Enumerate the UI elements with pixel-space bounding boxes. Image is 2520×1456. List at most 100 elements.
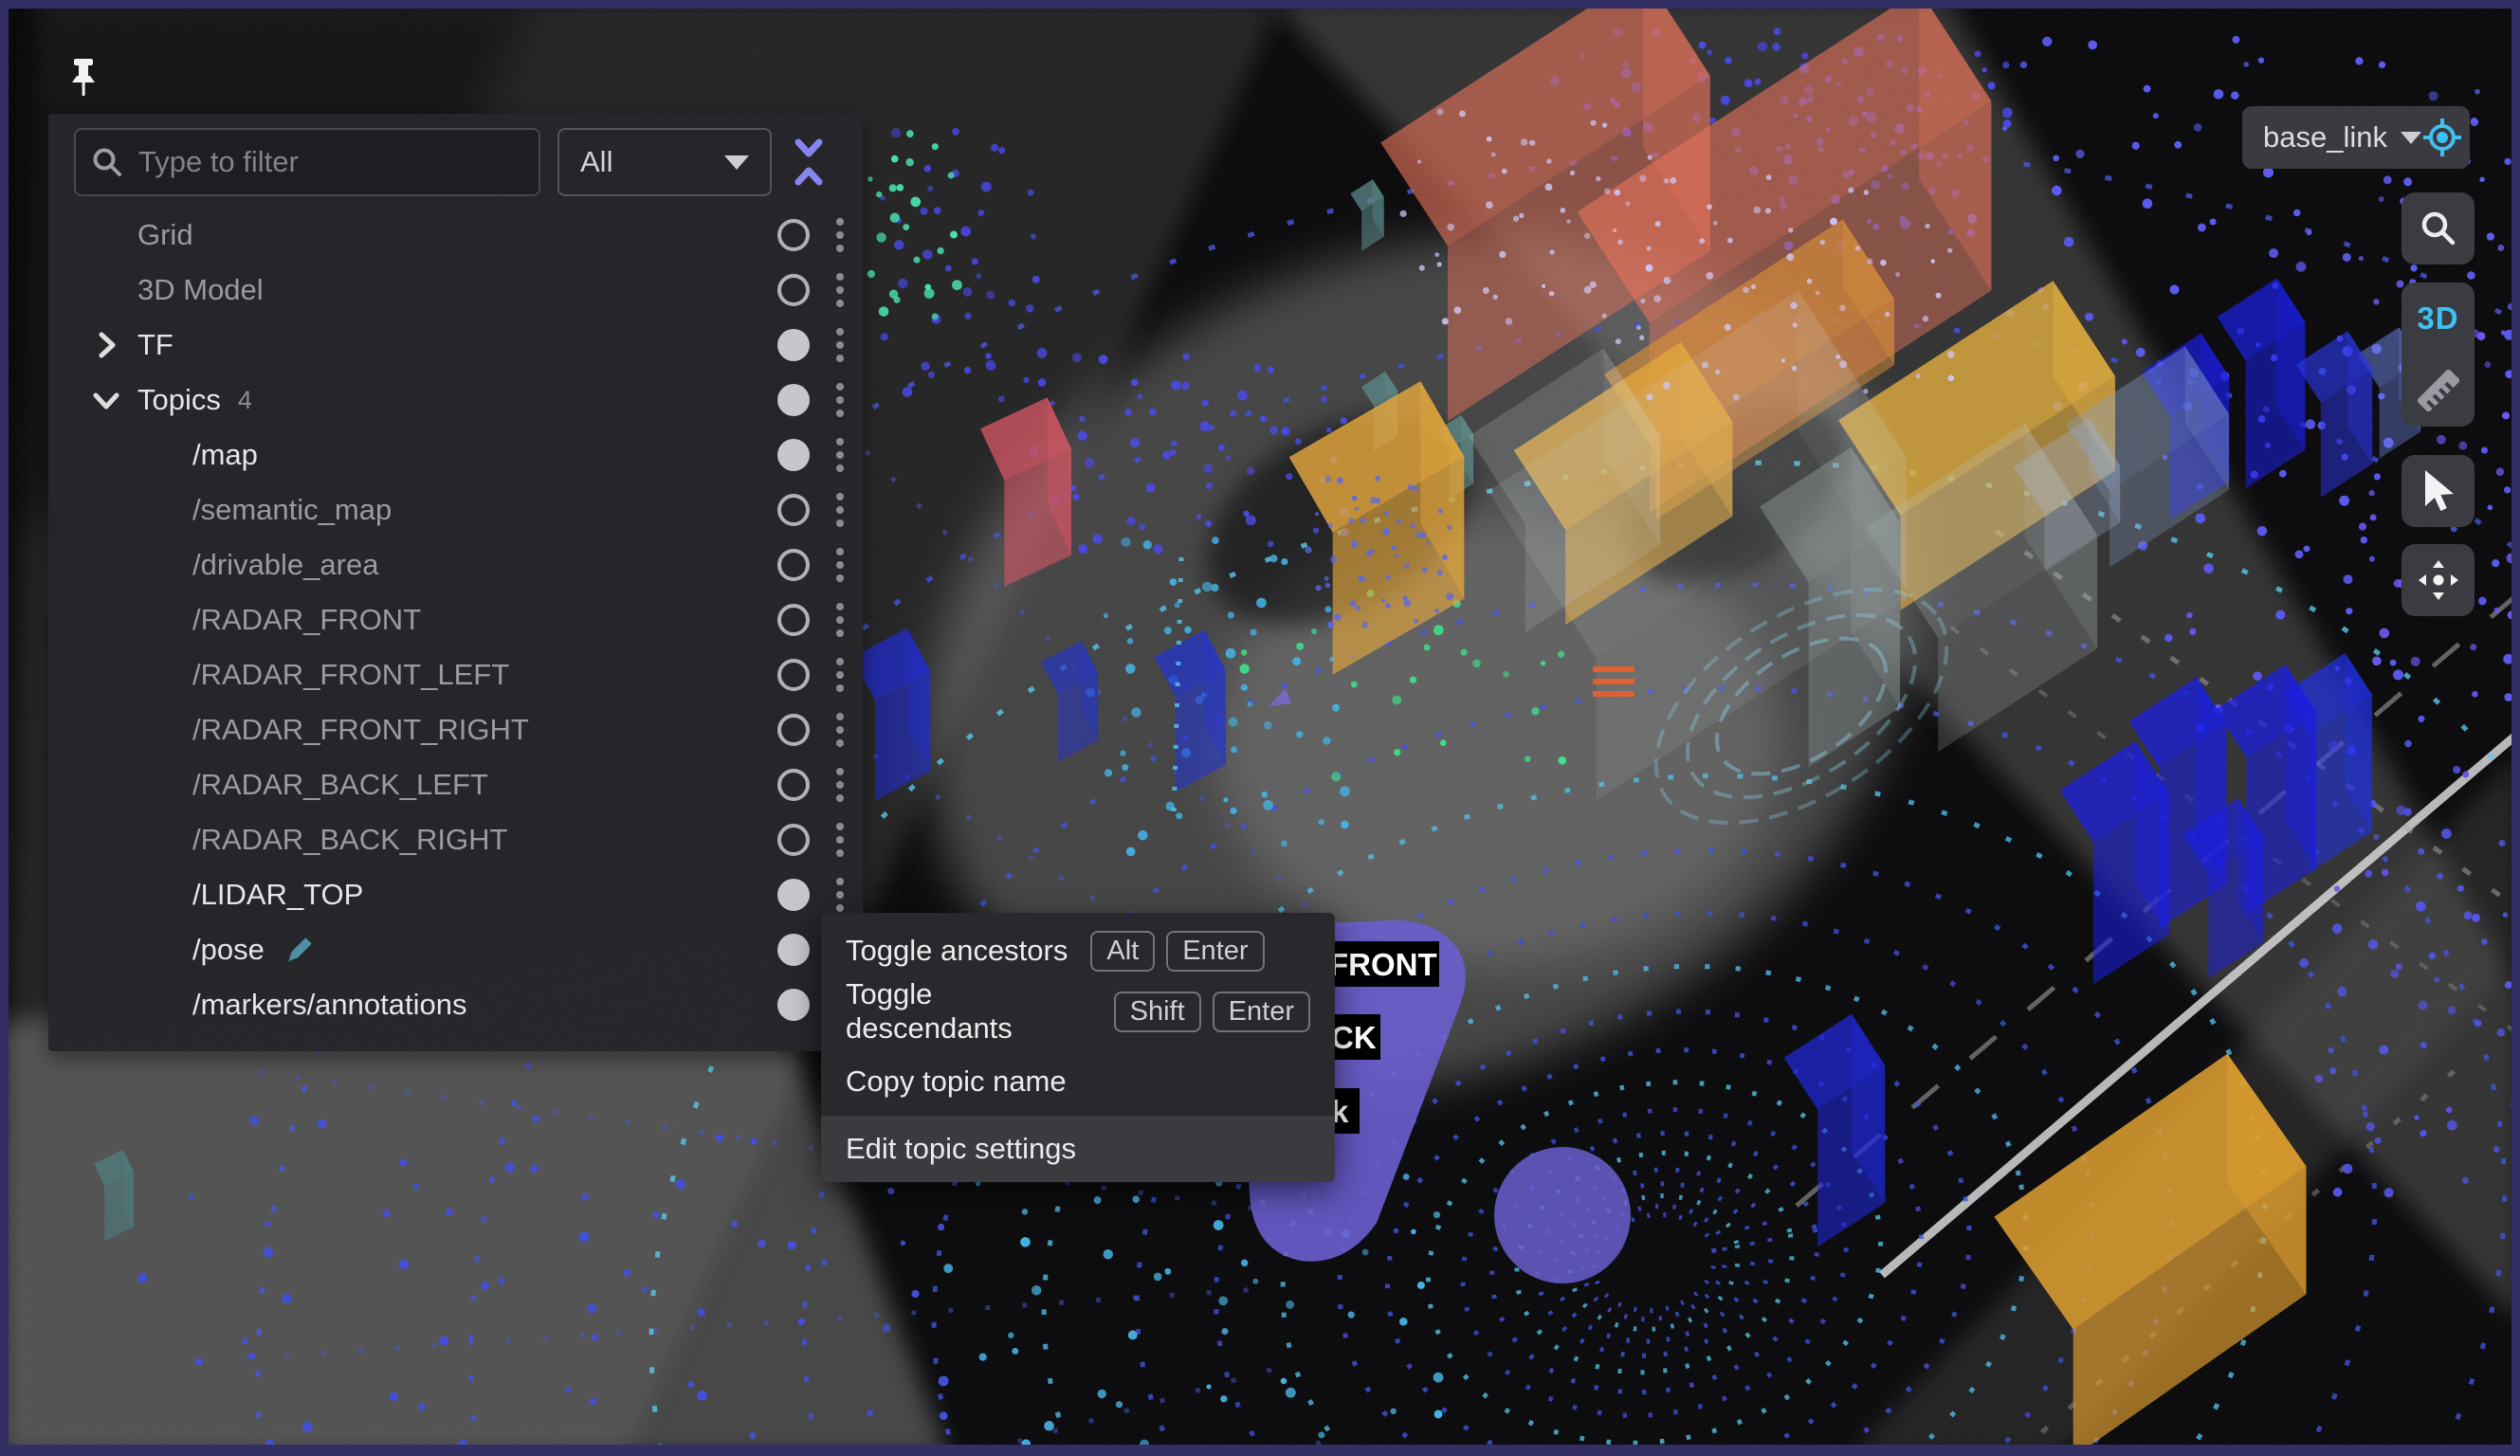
key-chip: Enter [1166,931,1264,972]
edited-pencil-icon [283,934,316,966]
visibility-toggle[interactable] [777,439,810,471]
layer-row-grid[interactable]: Grid [48,208,863,263]
filter-search-field[interactable] [74,128,540,196]
layer-label: /markers/annotations [192,988,466,1022]
layer-row--radar-front[interactable]: /RADAR_FRONT [48,592,863,647]
row-menu-kebab-icon[interactable] [832,874,848,916]
layer-row-tf[interactable]: TF [48,318,863,373]
visibility-toggle[interactable] [777,769,810,801]
select-tool-button[interactable] [2401,455,2474,527]
layer-row--radar-front-right[interactable]: /RADAR_FRONT_RIGHT [48,702,863,757]
menu-item-edit-topic-settings[interactable]: Edit topic settings [821,1116,1335,1182]
chevron-down-icon [724,155,749,170]
filter-scope-value: All [580,145,612,179]
layer-label: /RADAR_FRONT_RIGHT [192,713,529,747]
layer-row--radar-front-left[interactable]: /RADAR_FRONT_LEFT [48,647,863,702]
visibility-toggle[interactable] [777,659,810,691]
visibility-toggle[interactable] [777,824,810,856]
row-menu-kebab-icon[interactable] [832,819,848,861]
3d-mode-label: 3D [2417,300,2458,337]
visibility-toggle[interactable] [777,879,810,911]
crosshair-target-icon [2421,117,2463,158]
key-chip: Enter [1213,992,1310,1032]
follow-frame-button[interactable] [2421,117,2463,158]
key-chip: Alt [1090,931,1155,972]
visibility-toggle[interactable] [777,989,810,1021]
layer-label: /RADAR_FRONT_LEFT [192,658,509,692]
row-menu-kebab-icon[interactable] [832,654,848,696]
layer-row--radar-back-right[interactable]: /RADAR_BACK_RIGHT [48,812,863,867]
menu-item-toggle-descendants[interactable]: Toggle descendantsShiftEnter [821,981,1335,1042]
layer-label: Topics [137,383,221,417]
layer-label: /map [192,438,258,472]
layer-row--lidar-top[interactable]: /LIDAR_TOP [48,867,863,922]
layer-row--semantic-map[interactable]: /semantic_map [48,482,863,537]
layer-row--pose[interactable]: /pose [48,922,863,977]
visibility-toggle[interactable] [777,549,810,581]
layer-row-3d-model[interactable]: 3D Model [48,263,863,318]
view-mode-group: 3D [2401,282,2474,427]
move-pan-icon [2417,558,2460,602]
row-menu-kebab-icon[interactable] [832,269,848,311]
menu-item-copy-topic-name[interactable]: Copy topic name [821,1051,1335,1112]
shortcut-keys: Alt Enter [1090,931,1264,972]
layer-row--map[interactable]: /map [48,428,863,482]
menu-item-label: Copy topic name [846,1065,1067,1099]
visibility-toggle[interactable] [777,384,810,416]
search-icon [91,146,123,178]
row-menu-kebab-icon[interactable] [832,599,848,641]
row-menu-kebab-icon[interactable] [832,214,848,256]
search-icon [2420,209,2457,247]
visibility-toggle[interactable] [777,494,810,526]
visibility-toggle[interactable] [777,219,810,251]
pan-move-button[interactable] [2401,544,2474,616]
filter-scope-dropdown[interactable]: All [557,128,772,196]
pin-panel-button[interactable] [64,57,102,104]
measure-tool-button[interactable] [2401,355,2474,427]
visibility-toggle[interactable] [777,329,810,361]
row-menu-kebab-icon[interactable] [832,764,848,806]
layer-label: /drivable_area [192,548,378,582]
visibility-toggle[interactable] [777,274,810,306]
layer-label: Grid [137,218,193,252]
topic-settings-panel: All Grid 3D Model TF Topics 4/map/semantic_m… [48,114,863,1051]
row-menu-kebab-icon[interactable] [832,324,848,366]
layer-label: /RADAR_FRONT [192,603,421,637]
svg-text:FRONT: FRONT [1329,947,1437,982]
layer-label: /RADAR_BACK_LEFT [192,768,488,802]
chevron-right-icon[interactable] [92,331,137,359]
layer-label: 3D Model [137,273,264,307]
row-menu-kebab-icon[interactable] [832,709,848,751]
layer-row--markers-annotations[interactable]: /markers/annotations [48,977,863,1032]
menu-item-label: Toggle descendants [846,977,1091,1046]
scene-search-button[interactable] [2401,192,2474,264]
layer-label: /RADAR_BACK_RIGHT [192,823,507,857]
topic-context-menu: Toggle ancestorsAltEnterToggle descendan… [821,913,1335,1182]
toggle-3d-mode-button[interactable]: 3D [2401,282,2474,355]
svg-text:CK: CK [1331,1020,1377,1055]
collapse-all-button[interactable] [777,128,840,196]
filter-input[interactable] [137,144,523,180]
menu-item-label: Edit topic settings [846,1132,1076,1166]
row-menu-kebab-icon[interactable] [832,489,848,531]
key-chip: Shift [1114,992,1201,1032]
visibility-toggle[interactable] [777,604,810,636]
row-menu-kebab-icon[interactable] [832,544,848,586]
row-menu-kebab-icon[interactable] [832,434,848,476]
layer-row--drivable-area[interactable]: /drivable_area [48,537,863,592]
menu-item-toggle-ancestors[interactable]: Toggle ancestorsAltEnter [821,920,1335,981]
layer-row-topics[interactable]: Topics 4 [48,373,863,428]
shortcut-keys: Shift Enter [1114,992,1310,1032]
display-frame-selector[interactable]: base_link [2242,106,2470,169]
layer-row--radar-back-left[interactable]: /RADAR_BACK_LEFT [48,757,863,812]
layer-label: /LIDAR_TOP [192,878,363,912]
topic-count-badge: 4 [238,386,252,415]
row-menu-kebab-icon[interactable] [832,379,848,421]
chevron-down-icon[interactable] [92,386,137,414]
visibility-toggle[interactable] [777,934,810,966]
layer-tree: Grid 3D Model TF Topics 4/map/semantic_map/d… [48,208,863,1032]
layer-label: /pose [192,933,265,967]
layer-label: TF [137,328,173,362]
layer-label: /semantic_map [192,493,392,527]
visibility-toggle[interactable] [777,714,810,746]
